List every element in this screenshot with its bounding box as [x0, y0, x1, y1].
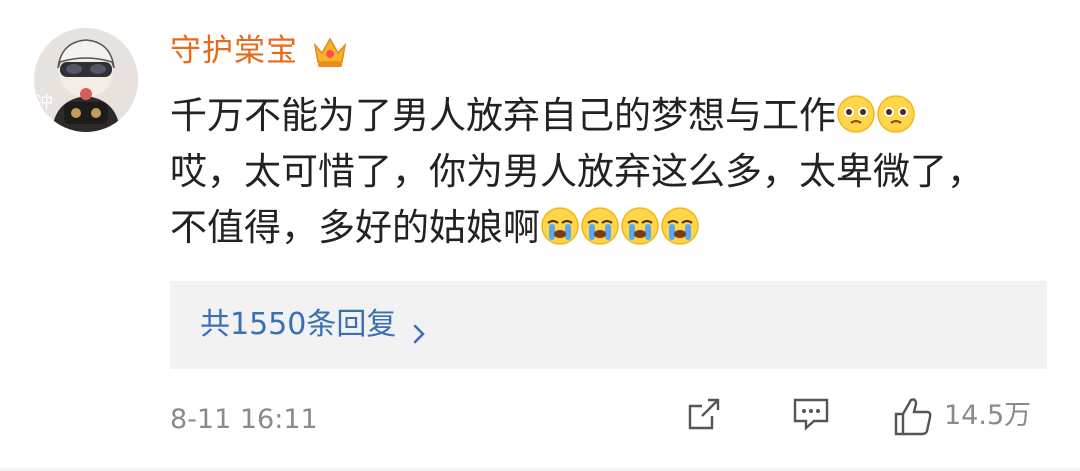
comment-text-2: 哎，太可惜了，你为男人放弃这么多，太卑微了， [170, 150, 984, 193]
comment-text-1: 千万不能为了男人放弃自己的梦想与工作 [170, 94, 836, 137]
avatar-illustration [34, 28, 138, 132]
comment-footer: 8-11 16:11 14.5万 [170, 394, 1050, 444]
like-count: 14.5万 [944, 400, 1032, 431]
share-icon [688, 398, 720, 430]
crying-face-icon [660, 206, 700, 246]
avatar[interactable]: 冲 [34, 28, 138, 132]
username[interactable]: 守护棠宝 [170, 28, 298, 74]
comment-line-2: 哎，太可惜了，你为男人放弃这么多，太卑微了， [170, 144, 1050, 200]
comment-header: 守护棠宝 [170, 28, 350, 74]
comment-icon [793, 398, 829, 431]
timestamp: 8-11 16:11 [170, 404, 318, 435]
crying-face-icon [580, 206, 620, 246]
comment-button[interactable] [790, 394, 832, 434]
crown-badge-icon [310, 31, 350, 71]
replies-label: 共1550条回复 [200, 307, 397, 342]
crying-face-icon [540, 206, 580, 246]
comment-body: 千万不能为了男人放弃自己的梦想与工作 哎，太可惜了，你为男人放弃这么多，太卑微了… [170, 88, 1050, 256]
crying-face-icon [620, 206, 660, 246]
chevron-right-icon [410, 314, 428, 344]
like-button[interactable]: 14.5万 [892, 394, 1031, 438]
comment-line-1: 千万不能为了男人放弃自己的梦想与工作 [170, 88, 1050, 144]
thumbs-up-icon [894, 398, 932, 436]
comment-line-3: 不值得，多好的姑娘啊 [170, 200, 1050, 256]
comment-text-3: 不值得，多好的姑娘啊 [170, 206, 540, 249]
pleading-face-icon [876, 94, 916, 134]
share-button[interactable] [684, 394, 724, 434]
avatar-corner-label: 冲 [36, 93, 53, 113]
view-replies-link[interactable]: 共1550条回复 [200, 303, 428, 347]
replies-box: 共1550条回复 [170, 281, 1047, 369]
pleading-face-icon [836, 94, 876, 134]
